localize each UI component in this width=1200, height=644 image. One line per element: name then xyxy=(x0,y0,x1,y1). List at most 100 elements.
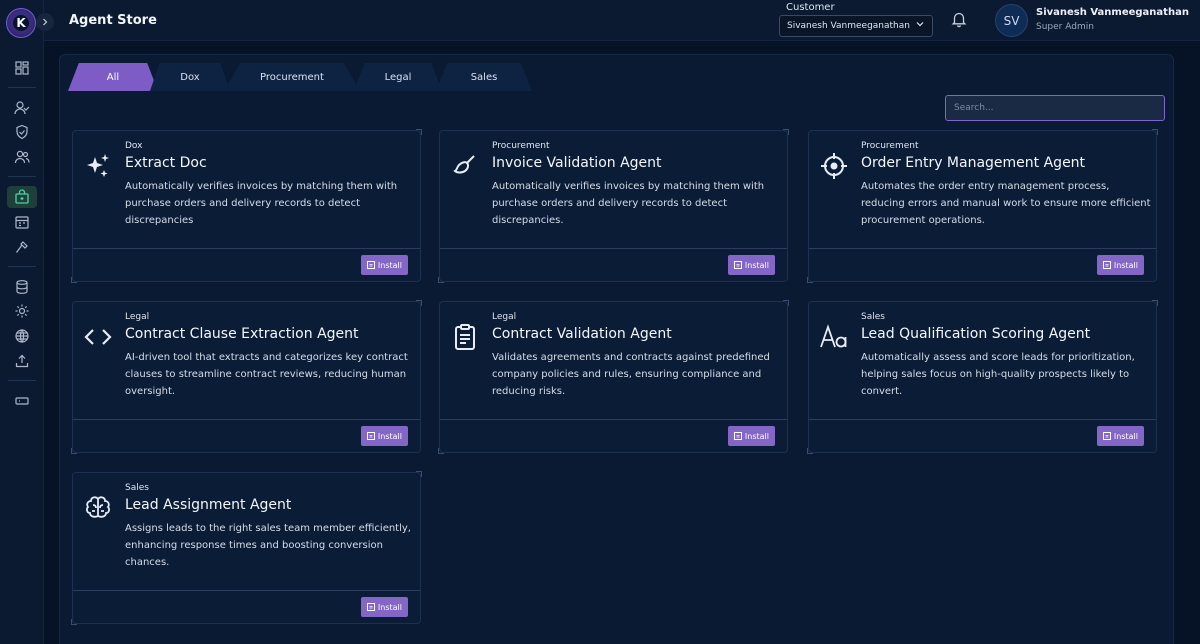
sidebar-expand-button[interactable] xyxy=(36,13,54,31)
ticket-icon[interactable] xyxy=(10,390,34,412)
install-button[interactable]: Install xyxy=(360,597,408,617)
globe-icon[interactable] xyxy=(10,325,34,347)
database-icon[interactable] xyxy=(10,276,34,298)
sidebar-divider xyxy=(8,380,36,381)
user-name: Sivanesh Vanmeeganathan xyxy=(1036,7,1189,18)
card-corner-accent xyxy=(416,471,422,477)
card-corner-accent xyxy=(783,129,789,135)
install-label: Install xyxy=(377,260,402,270)
upload-icon[interactable] xyxy=(10,350,34,372)
top-header: Agent Store Customer Sivanesh Vanmeegana… xyxy=(44,0,1200,41)
install-button[interactable]: Install xyxy=(360,255,408,275)
agent-title: Order Entry Management Agent xyxy=(861,155,1086,171)
agent-category: Sales xyxy=(125,483,149,493)
install-icon xyxy=(366,261,375,269)
agent-description: Automatically verifies invoices by match… xyxy=(492,181,765,226)
install-button[interactable]: Install xyxy=(727,255,775,275)
agent-card: Dox Extract Doc Automatically verifies i… xyxy=(71,129,422,283)
card-corner-accent xyxy=(783,300,789,306)
agent-category: Legal xyxy=(492,312,517,322)
avatar[interactable]: SV xyxy=(995,4,1028,37)
paintbrush-icon xyxy=(450,151,480,181)
agent-title: Lead Assignment Agent xyxy=(125,497,292,513)
card-corner-accent xyxy=(71,619,77,625)
card-divider xyxy=(809,248,1156,249)
users-icon[interactable] xyxy=(10,146,34,168)
agent-category: Procurement xyxy=(492,141,550,151)
chevron-down-icon xyxy=(915,19,925,32)
clipboard-icon xyxy=(450,322,480,352)
agent-description: Automatically assess and score leads for… xyxy=(861,352,1135,397)
card-corner-accent xyxy=(71,277,77,283)
code-icon xyxy=(83,322,113,352)
install-button[interactable]: Install xyxy=(727,426,775,446)
agent-category: Legal xyxy=(125,312,150,322)
card-corner-accent xyxy=(807,277,813,283)
card-divider xyxy=(73,590,420,591)
card-corner-accent xyxy=(416,300,422,306)
agent-card: Procurement Invoice Validation Agent Aut… xyxy=(438,129,789,283)
install-label: Install xyxy=(377,431,402,441)
customer-select[interactable]: Sivanesh Vanmeeganathan xyxy=(779,15,933,37)
install-label: Install xyxy=(744,431,769,441)
agent-card: Sales Lead Qualification Scoring Agent A… xyxy=(807,300,1158,454)
install-label: Install xyxy=(1113,260,1138,270)
dashboard-icon[interactable] xyxy=(10,57,34,79)
agent-title: Contract Validation Agent xyxy=(492,326,672,342)
tab-dox[interactable]: Dox xyxy=(150,63,230,91)
card-corner-accent xyxy=(807,448,813,454)
sidebar-divider xyxy=(8,176,36,177)
customer-label: Customer xyxy=(786,2,835,13)
sidebar-divider xyxy=(8,87,36,88)
install-icon xyxy=(366,603,375,611)
card-corner-accent xyxy=(1152,129,1158,135)
agent-category: Dox xyxy=(125,141,143,151)
card-divider xyxy=(73,248,420,249)
sidebar-divider xyxy=(8,266,36,267)
agent-description: Automates the order entry management pro… xyxy=(861,181,1151,226)
agent-title: Extract Doc xyxy=(125,155,207,171)
brain-icon xyxy=(83,493,113,523)
install-label: Install xyxy=(744,260,769,270)
sidebar: K xyxy=(0,0,44,644)
user-check-icon[interactable] xyxy=(10,97,34,119)
page-title: Agent Store xyxy=(69,13,157,28)
install-label: Install xyxy=(377,602,402,612)
search-input[interactable] xyxy=(945,95,1165,121)
sparkles-icon xyxy=(83,151,113,181)
tab-all[interactable]: All xyxy=(68,63,158,91)
bell-icon[interactable] xyxy=(950,10,968,28)
calendar-icon[interactable] xyxy=(10,211,34,233)
agent-title: Lead Qualification Scoring Agent xyxy=(861,326,1091,342)
agent-card: Legal Contract Validation Agent Validate… xyxy=(438,300,789,454)
install-icon xyxy=(366,432,375,440)
tab-legal[interactable]: Legal xyxy=(354,63,442,91)
user-role: Super Admin xyxy=(1036,22,1094,32)
tab-sales[interactable]: Sales xyxy=(436,63,532,91)
agent-card: Legal Contract Clause Extraction Agent A… xyxy=(71,300,422,454)
sun-icon[interactable] xyxy=(10,300,34,322)
card-divider xyxy=(809,419,1156,420)
agent-category: Procurement xyxy=(861,141,919,151)
hammer-icon[interactable] xyxy=(10,236,34,258)
install-button[interactable]: Install xyxy=(360,426,408,446)
card-divider xyxy=(440,419,787,420)
card-corner-accent xyxy=(438,277,444,283)
card-divider xyxy=(73,419,420,420)
agent-card: Sales Lead Assignment Agent Assigns lead… xyxy=(71,471,422,625)
customer-select-value: Sivanesh Vanmeeganathan xyxy=(787,21,910,31)
shield-check-icon[interactable] xyxy=(10,121,34,143)
chevron-right-icon xyxy=(43,18,48,26)
agent-description: Validates agreements and contracts again… xyxy=(492,352,770,397)
agent-card: Procurement Order Entry Management Agent… xyxy=(807,129,1158,283)
text-size-icon xyxy=(819,322,849,352)
install-button[interactable]: Install xyxy=(1096,426,1144,446)
card-corner-accent xyxy=(1152,300,1158,306)
install-button[interactable]: Install xyxy=(1096,255,1144,275)
crosshair-icon xyxy=(819,151,849,181)
store-icon[interactable] xyxy=(7,186,37,208)
tab-procurement[interactable]: Procurement xyxy=(224,63,360,91)
app-logo[interactable]: K xyxy=(6,8,36,38)
card-corner-accent xyxy=(71,448,77,454)
install-icon xyxy=(733,432,742,440)
